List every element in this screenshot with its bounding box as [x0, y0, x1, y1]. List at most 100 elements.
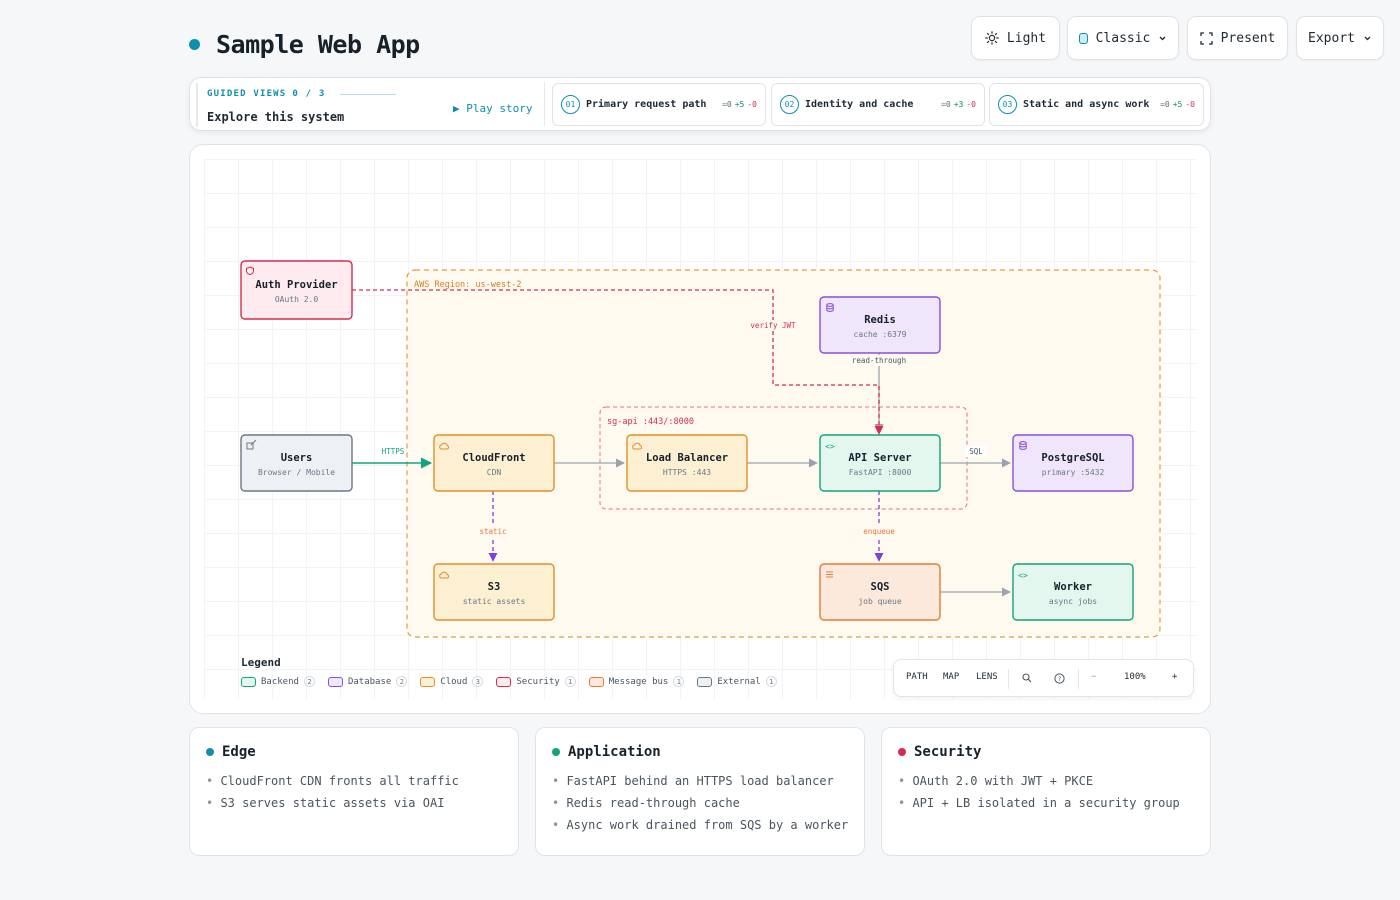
- node-title: CloudFront: [462, 452, 525, 464]
- lens-mode-button[interactable]: LENS: [976, 672, 998, 682]
- delta-unchanged: =0: [1160, 100, 1170, 109]
- card-title: Application: [552, 744, 661, 760]
- step-label: Static and async work: [1023, 99, 1150, 110]
- node-subtitle: async jobs: [1049, 597, 1097, 606]
- node-postgresql[interactable]: PostgreSQL primary :5432: [1012, 434, 1134, 492]
- legend-item-database[interactable]: Database 2: [327, 676, 408, 687]
- delta-removed: -0: [1185, 100, 1195, 109]
- export-button[interactable]: Export: [1296, 16, 1384, 60]
- legend-swatch: [588, 676, 604, 687]
- step-number: 01: [561, 95, 580, 114]
- node-s3[interactable]: S3 static assets: [433, 563, 555, 621]
- node-subtitle: FastAPI :8000: [849, 468, 912, 477]
- node-title: SQS: [871, 581, 890, 593]
- legend-label: Message bus: [608, 676, 669, 687]
- export-label: Export: [1308, 30, 1355, 46]
- code-icon: <>: [825, 442, 835, 451]
- list-item: Redis read-through cache: [552, 796, 848, 818]
- node-subtitle: static assets: [463, 597, 526, 606]
- node-redis[interactable]: Redis cache :6379: [819, 296, 941, 354]
- edge-label-read-through: read-through: [852, 356, 906, 365]
- zoom-level: 100%: [1124, 672, 1146, 682]
- card-title: Edge: [206, 744, 256, 760]
- code-icon: <>: [1018, 571, 1028, 580]
- delta-unchanged: =0: [941, 100, 951, 109]
- card-list: CloudFront CDN fronts all traffic S3 ser…: [206, 774, 459, 818]
- card-dot: [552, 748, 560, 756]
- page-title: Sample Web App: [216, 30, 420, 59]
- legend-item-message-bus[interactable]: Message bus 1: [588, 676, 685, 687]
- delta-removed: -0: [966, 100, 976, 109]
- toolbar-divider: [1078, 669, 1079, 689]
- step-deltas: =0 +5 -0: [1160, 100, 1195, 109]
- guided-step-1[interactable]: 01 Primary request path =0 +5 -0: [552, 83, 766, 126]
- delta-added: +5: [734, 100, 745, 109]
- security-group-label: sg-api :443/:8000: [607, 417, 694, 427]
- legend-label: Security: [516, 676, 560, 687]
- card-title: Security: [898, 744, 981, 760]
- legend-count: 2: [303, 676, 315, 687]
- node-subtitle: HTTPS :443: [663, 468, 711, 477]
- play-story-button[interactable]: ▶ Play story: [453, 102, 532, 115]
- legend-item-cloud[interactable]: Cloud 3: [420, 676, 484, 687]
- chevron-down-icon: [1159, 36, 1166, 40]
- svg-text:?: ?: [1058, 675, 1061, 683]
- list-item: S3 serves static assets via OAI: [206, 796, 459, 818]
- card-list: FastAPI behind an HTTPS load balancer Re…: [552, 774, 848, 840]
- guided-views-bar: GUIDED VIEWS 0 / 3 Explore this system ▶…: [189, 77, 1211, 131]
- list-item: CloudFront CDN fronts all traffic: [206, 774, 458, 796]
- card-title-text: Security: [914, 744, 982, 760]
- help-icon[interactable]: ?: [1054, 673, 1065, 687]
- theme-toggle-button[interactable]: Light: [971, 16, 1060, 60]
- node-title: Load Balancer: [646, 452, 728, 464]
- node-worker[interactable]: <> Worker async jobs: [1012, 563, 1134, 621]
- style-select[interactable]: Classic: [1067, 16, 1179, 60]
- zoom-out-button[interactable]: −: [1091, 672, 1096, 682]
- delta-removed: -0: [747, 100, 757, 109]
- step-label: Identity and cache: [805, 99, 914, 110]
- diagram-canvas[interactable]: AWS Region: us-west-2 sg-api :443/:8000 …: [189, 144, 1211, 714]
- architecture-diagram[interactable]: AWS Region: us-west-2 sg-api :443/:8000 …: [190, 145, 1212, 715]
- legend-count: 1: [564, 676, 576, 687]
- legend-swatch: [327, 676, 343, 687]
- list-item: FastAPI behind an HTTPS load balancer: [552, 774, 848, 796]
- sun-icon: [985, 31, 999, 45]
- delta-added: +5: [1172, 100, 1183, 109]
- node-cloudfront[interactable]: CloudFront CDN: [433, 434, 555, 492]
- step-number: 02: [780, 95, 799, 114]
- card-dot: [206, 748, 214, 756]
- node-users[interactable]: Users Browser / Mobile: [240, 434, 353, 492]
- path-mode-button[interactable]: PATH: [906, 672, 928, 682]
- guided-step-3[interactable]: 03 Static and async work =0 +5 -0: [989, 83, 1204, 126]
- node-title: Users: [281, 452, 313, 464]
- node-title: PostgreSQL: [1041, 452, 1104, 464]
- present-label: Present: [1220, 30, 1276, 46]
- node-load-balancer[interactable]: Load Balancer HTTPS :443: [626, 434, 748, 492]
- card-title-text: Application: [568, 744, 661, 760]
- edge-label-https: HTTPS: [382, 447, 405, 456]
- node-auth-provider[interactable]: Auth Provider OAuth 2.0: [240, 260, 353, 320]
- node-api-server[interactable]: <> API Server FastAPI :8000: [819, 434, 941, 492]
- legend-item-external[interactable]: External 1: [697, 676, 777, 687]
- legend-label: Backend: [261, 676, 299, 687]
- legend-item-security[interactable]: Security 1: [496, 676, 576, 687]
- search-icon[interactable]: [1022, 673, 1032, 686]
- node-subtitle: CDN: [487, 468, 502, 477]
- card-title-text: Edge: [222, 744, 256, 760]
- delta-unchanged: =0: [722, 100, 732, 109]
- present-button[interactable]: Present: [1187, 16, 1288, 60]
- legend-label: Cloud: [440, 676, 468, 687]
- legend-count: 2: [396, 676, 408, 687]
- card-security: Security OAuth 2.0 with JWT + PKCE API +…: [881, 727, 1211, 856]
- guided-divider: [544, 82, 545, 126]
- node-sqs[interactable]: SQS job queue: [819, 563, 941, 621]
- zoom-in-button[interactable]: +: [1172, 672, 1177, 682]
- map-mode-button[interactable]: MAP: [943, 672, 959, 682]
- legend-item-backend[interactable]: Backend 2: [241, 676, 315, 687]
- list-item: API + LB isolated in a security group: [898, 796, 1179, 818]
- canvas-toolbar: PATH MAP LENS ? − 100% +: [893, 659, 1194, 697]
- node-subtitle: OAuth 2.0: [275, 295, 319, 304]
- guided-step-2[interactable]: 02 Identity and cache =0 +3 -0: [771, 83, 985, 126]
- guided-views-progress: 0 / 3: [292, 89, 326, 99]
- legend-count: 3: [472, 676, 484, 687]
